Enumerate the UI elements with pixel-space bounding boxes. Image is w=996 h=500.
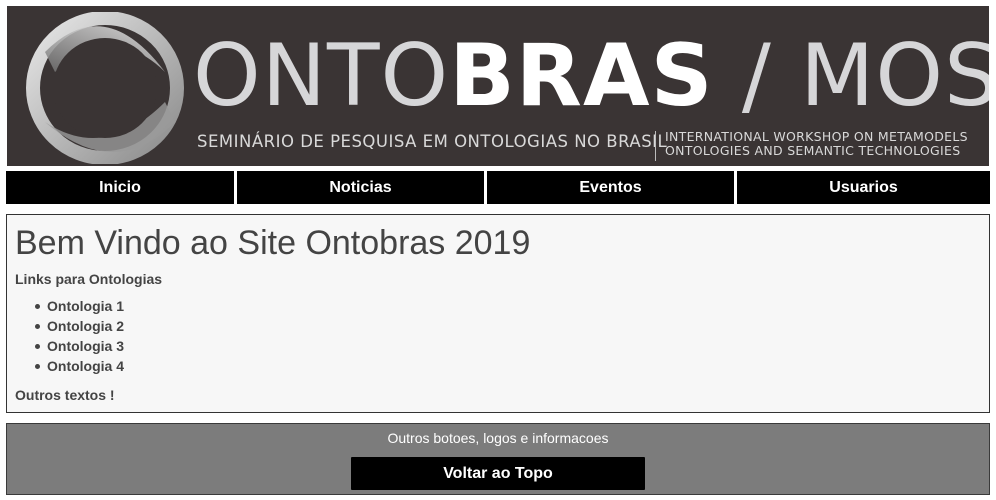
nav-item-eventos[interactable]: Eventos — [487, 171, 734, 204]
ontology-link-3[interactable]: Ontologia 3 — [35, 336, 124, 356]
ontology-link-4[interactable]: Ontologia 4 — [35, 356, 124, 376]
banner-subtitle-en-line2: ONTOLOGIES AND SEMANTIC TECHNOLOGIES — [665, 143, 961, 158]
nav-item-inicio[interactable]: Inicio — [6, 171, 234, 204]
banner-title: ONTOBRAS / MOST — [193, 26, 989, 126]
other-text: Outros textos ! — [15, 387, 115, 403]
footer-info: Outros botoes, logos e informacoes — [387, 430, 609, 446]
banner-subtitle-en: INTERNATIONAL WORKSHOP ON METAMODELS ONT… — [665, 130, 975, 158]
ontology-link-2[interactable]: Ontologia 2 — [35, 316, 124, 336]
banner-divider — [655, 131, 656, 161]
links-label: Links para Ontologias — [15, 271, 163, 287]
ontology-links-list: Ontologia 1 Ontologia 2 Ontologia 3 Onto… — [35, 296, 124, 376]
site-banner: ONTOBRAS / MOST SEMINÁRIO DE PESQUISA EM… — [7, 6, 989, 166]
banner-title-bold: BRAS — [449, 26, 714, 126]
banner-title-rest: / MOST — [741, 26, 989, 126]
page-title: Bem Vindo ao Site Ontobras 2019 — [15, 224, 531, 262]
banner-subtitle-en-line1: INTERNATIONAL WORKSHOP ON METAMODELS — [665, 129, 968, 144]
nav-item-noticias[interactable]: Noticias — [237, 171, 484, 204]
ontology-link-1[interactable]: Ontologia 1 — [35, 296, 124, 316]
nav-item-usuarios[interactable]: Usuarios — [737, 171, 990, 204]
ring-logo-icon — [26, 12, 184, 164]
banner-subtitle-pt: SEMINÁRIO DE PESQUISA EM ONTOLOGIAS NO B… — [197, 132, 668, 151]
back-to-top-button[interactable]: Voltar ao Topo — [351, 457, 645, 490]
banner-title-light: ONTO — [193, 26, 450, 126]
main-nav: Inicio Noticias Eventos Usuarios — [6, 171, 990, 204]
site-footer: Outros botoes, logos e informacoes Volta… — [6, 423, 990, 495]
main-content: Bem Vindo ao Site Ontobras 2019 Links pa… — [6, 214, 990, 413]
